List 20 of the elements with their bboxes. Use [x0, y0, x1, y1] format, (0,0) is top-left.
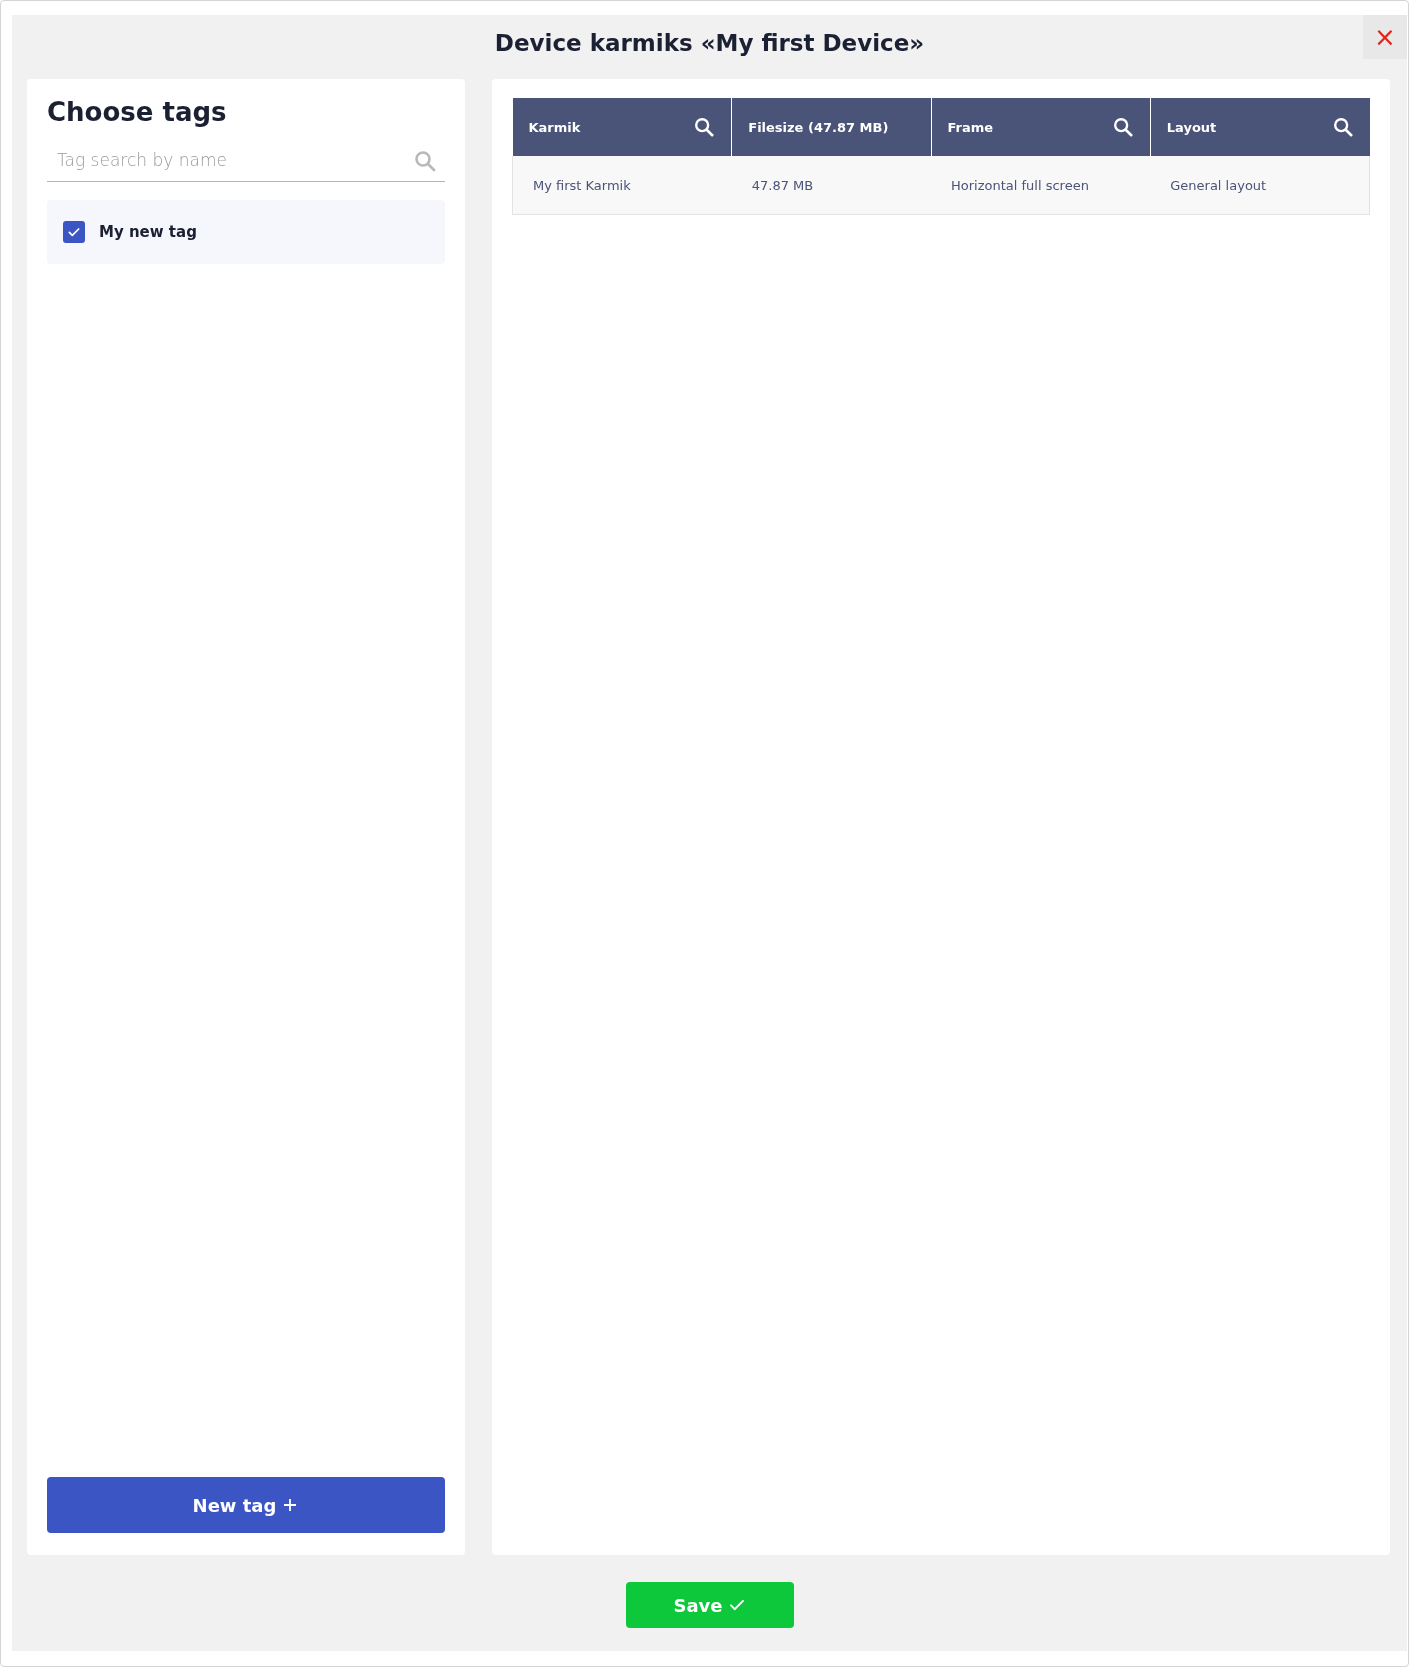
dialog-title: Device karmiks «My first Device» [494, 30, 925, 56]
close-button[interactable]: × [1363, 15, 1407, 59]
table-cell: My first Karmik [512, 156, 732, 215]
tag-label: My new tag [99, 223, 197, 241]
panel-heading: Choose tags [47, 97, 228, 127]
table-cell: Horizontal full screen [931, 156, 1151, 215]
table-cell: General layout [1150, 156, 1370, 215]
search-field[interactable]: Tag search by name [47, 139, 445, 182]
search-icon [413, 149, 437, 173]
table-cell: 47.87 MB [731, 156, 931, 215]
checkbox[interactable] [63, 221, 85, 243]
column-header: Layout [1166, 119, 1217, 135]
tag-item[interactable]: My new tag [47, 200, 445, 264]
search-icon [1111, 116, 1134, 138]
new-tag-button[interactable]: New tag [47, 1477, 445, 1533]
search-icon [1331, 116, 1354, 138]
column-header: Karmik [528, 119, 581, 135]
column-header: Frame [947, 119, 994, 135]
search-icon [693, 116, 716, 138]
column-header: Filesize (47.87 MB) [748, 119, 889, 135]
